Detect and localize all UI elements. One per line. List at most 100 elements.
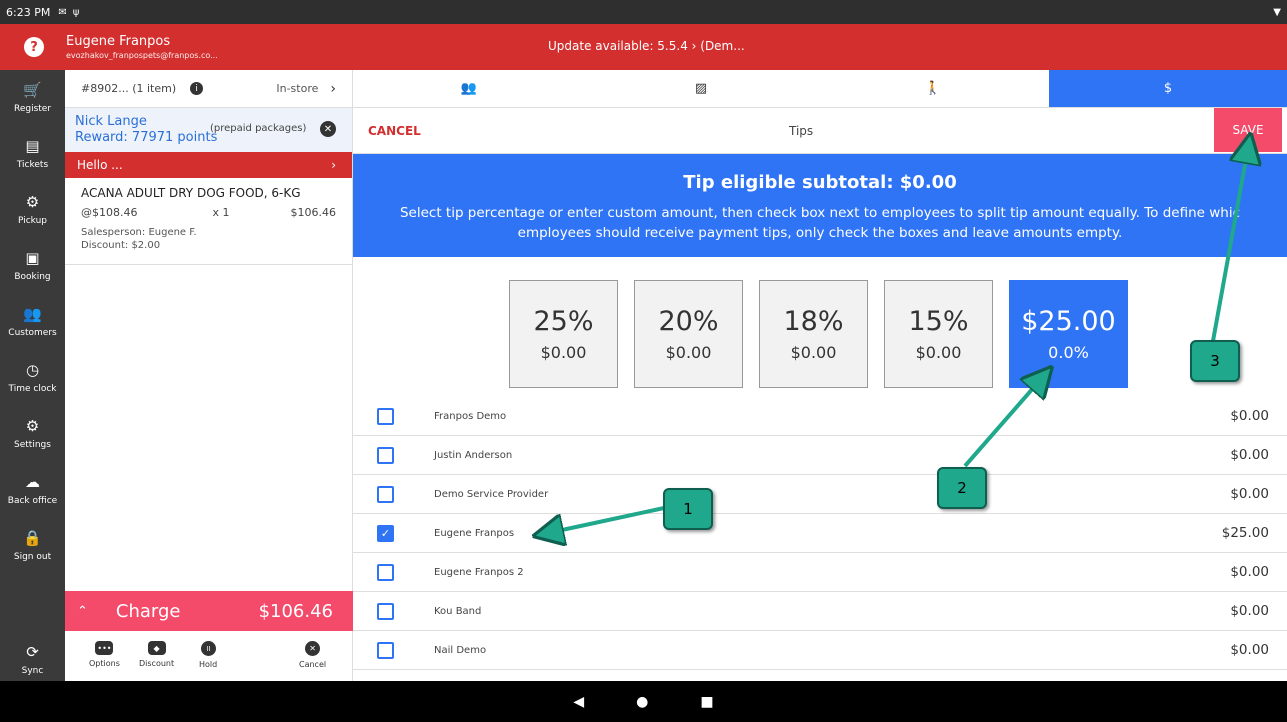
tab-tips[interactable]: $ — [1049, 70, 1287, 107]
sidebar-item-settings[interactable]: ⚙ Settings — [0, 406, 65, 462]
sidebar-item-register[interactable]: 🛒 Register — [0, 70, 65, 126]
status-bar: 6:23 PM ✉ ψ ▼ — [0, 0, 1287, 24]
sidebar-item-booking[interactable]: ▣ Booking — [0, 238, 65, 294]
sidebar-item-back-office[interactable]: ☁ Back office — [0, 462, 65, 518]
tag-icon: ◆ — [147, 641, 166, 655]
tab-walk-in[interactable]: 🚶 — [817, 70, 1049, 107]
employee-checkbox-checked[interactable]: ✓ — [377, 524, 394, 542]
cancel-order-button[interactable]: ✕ Cancel — [299, 641, 326, 669]
tip-option-custom[interactable]: $25.00 0.0% — [1009, 280, 1128, 388]
cart-icon: 🛒 — [23, 81, 42, 99]
update-notice[interactable]: Update available: 5.5.4 › (Dem... — [548, 39, 745, 53]
employee-tip-amount[interactable]: $25.00 — [1222, 525, 1269, 541]
tip-option-25[interactable]: 25% $0.00 — [509, 280, 618, 388]
employee-checkbox[interactable] — [377, 446, 394, 464]
employee-tip-amount[interactable]: $0.00 — [1230, 564, 1269, 580]
employee-row[interactable]: Franpos Demo $0.00 — [353, 397, 1287, 436]
employee-name: Franpos Demo — [434, 410, 507, 422]
cancel-button[interactable]: CANCEL — [368, 124, 421, 138]
sidebar-item-sign-out[interactable]: 🔒 Sign out — [0, 518, 65, 574]
employee-list: Franpos Demo $0.00 Justin Anderson $0.00 D… — [353, 397, 1287, 670]
user-email: evozhakov_franpospets@franpos.co... — [66, 51, 218, 60]
employee-name: Demo Service Provider — [434, 488, 549, 500]
tab-bar: 👥 ▨ 🚶 $ — [353, 70, 1287, 108]
employee-tip-amount[interactable]: $0.00 — [1230, 447, 1269, 463]
employee-checkbox[interactable] — [377, 563, 394, 581]
order-number: #8902... (1 item) — [81, 82, 177, 95]
employee-checkbox[interactable] — [377, 641, 394, 659]
cart-actions: ••• Options ◆ Discount ॥ Hold ✕ Cancel — [65, 631, 353, 681]
employee-name: Kou Band — [434, 605, 482, 617]
employee-row[interactable]: Justin Anderson $0.00 — [353, 436, 1287, 475]
tip-subtotal: Tip eligible subtotal: $0.00 — [683, 172, 957, 193]
usb-icon: ψ — [72, 6, 80, 18]
charge-label: Charge — [115, 600, 181, 622]
user-info[interactable]: Eugene Franpos evozhakov_franpospets@fra… — [66, 34, 218, 60]
more-icon: ••• — [95, 641, 114, 655]
hold-button[interactable]: ॥ Hold — [199, 641, 217, 669]
employee-tip-amount[interactable]: $0.00 — [1230, 486, 1269, 502]
sidebar-item-pickup[interactable]: ⚙ Pickup — [0, 182, 65, 238]
sidebar-item-tickets[interactable]: ▤ Tickets — [0, 126, 65, 182]
item-unit-price: @$108.46 — [81, 206, 138, 219]
charge-button[interactable]: ⌃ Charge $106.46 — [65, 591, 353, 631]
customer-card[interactable]: Nick Lange Reward: 77971 points (prepaid… — [65, 108, 352, 152]
employee-checkbox[interactable] — [377, 407, 394, 425]
user-name: Eugene Franpos — [66, 34, 171, 49]
employee-tip-amount[interactable]: $0.00 — [1230, 408, 1269, 424]
charge-total: $106.46 — [258, 600, 333, 622]
message-icon: ✉ — [58, 6, 67, 18]
tip-option-18[interactable]: 18% $0.00 — [759, 280, 868, 388]
employee-checkbox[interactable] — [377, 485, 394, 503]
item-salesperson: Salesperson: Eugene F. — [81, 227, 197, 238]
callout-3: 3 — [1190, 340, 1240, 382]
clock-icon: ◷ — [25, 361, 40, 379]
help-icon[interactable]: ? — [24, 37, 44, 57]
callout-1: 1 — [663, 488, 713, 530]
employee-row[interactable]: ✓ Eugene Franpos $25.00 — [353, 514, 1287, 553]
tip-option-20[interactable]: 20% $0.00 — [634, 280, 743, 388]
tip-option-15[interactable]: 15% $0.00 — [884, 280, 993, 388]
employee-row[interactable]: Nail Demo $0.00 — [353, 631, 1287, 670]
chevron-right-icon[interactable]: › — [330, 81, 336, 97]
remove-customer-icon[interactable]: ✕ — [320, 121, 336, 137]
tickets-icon: ▤ — [25, 137, 40, 155]
dollar-icon: $ — [1163, 81, 1173, 96]
tab-customers[interactable]: 👥 — [353, 70, 585, 107]
cart-panel: #8902... (1 item) i In-store › Nick Lang… — [65, 70, 353, 681]
options-button[interactable]: ••• Options — [89, 641, 120, 668]
top-bar: ? Eugene Franpos evozhakov_franpospets@f… — [0, 24, 1287, 70]
employee-row[interactable]: Demo Service Provider $0.00 — [353, 475, 1287, 514]
tips-toolbar: CANCEL Tips SAVE — [353, 108, 1287, 154]
employee-checkbox[interactable] — [377, 602, 394, 620]
order-header[interactable]: #8902... (1 item) i In-store › — [65, 70, 352, 108]
info-icon[interactable]: i — [190, 82, 204, 95]
item-price-row: @$108.46 x 1 $106.46 — [81, 206, 336, 219]
hello-bar[interactable]: Hello ... › — [65, 152, 352, 178]
item-discount: Discount: $2.00 — [81, 240, 161, 251]
discount-button[interactable]: ◆ Discount — [139, 641, 174, 668]
people-icon: 👥 — [23, 305, 42, 323]
main-panel: 👥 ▨ 🚶 $ CANCEL Tips SAVE Tip eligible su… — [353, 70, 1287, 681]
pickup-icon: ⚙ — [25, 193, 40, 211]
cart-line-item[interactable]: ACANA ADULT DRY DOG FOOD, 6-KG @$108.46 … — [65, 178, 352, 265]
close-icon: ✕ — [305, 641, 321, 656]
home-icon[interactable]: ● — [636, 694, 648, 710]
employee-tip-amount[interactable]: $0.00 — [1230, 642, 1269, 658]
employee-row[interactable]: Kou Band $0.00 — [353, 592, 1287, 631]
sidebar-item-time-clock[interactable]: ◷ Time clock — [0, 350, 65, 406]
back-icon[interactable]: ◀ — [573, 694, 584, 710]
callout-2: 2 — [937, 467, 987, 509]
chevron-up-icon[interactable]: ⌃ — [77, 604, 88, 619]
tip-description: Select tip percentage or enter custom am… — [399, 205, 1241, 241]
sidebar-item-customers[interactable]: 👥 Customers — [0, 294, 65, 350]
save-button[interactable]: SAVE — [1214, 108, 1282, 152]
recents-icon[interactable]: ■ — [700, 694, 713, 710]
people-icon: 👥 — [460, 81, 478, 96]
sync-button[interactable]: ⟳ Sync — [0, 632, 65, 688]
tip-options: 25% $0.00 20% $0.00 18% $0.00 15% $0.00 $25.… — [509, 280, 1144, 388]
tab-gallery[interactable]: ▨ — [585, 70, 817, 107]
item-title: ACANA ADULT DRY DOG FOOD, 6-KG — [81, 186, 301, 200]
employee-row[interactable]: Eugene Franpos 2 $0.00 — [353, 553, 1287, 592]
employee-tip-amount[interactable]: $0.00 — [1230, 603, 1269, 619]
